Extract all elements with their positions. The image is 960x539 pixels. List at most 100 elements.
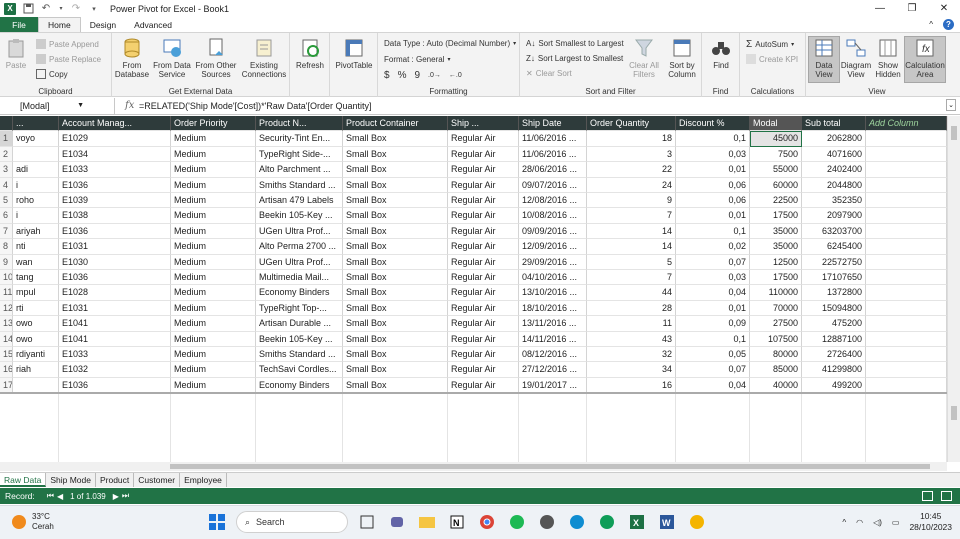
table-cell[interactable]: ariyah <box>13 223 59 240</box>
table-cell[interactable]: Medium <box>171 316 256 332</box>
table-cell[interactable]: 110000 <box>750 285 802 301</box>
column-header[interactable]: Add Column <box>866 116 947 132</box>
table-cell[interactable]: 09/09/2016 ... <box>519 223 587 240</box>
column-header[interactable]: Discount % <box>676 116 750 132</box>
table-cell[interactable]: 43 <box>587 331 676 347</box>
table-cell[interactable] <box>866 300 947 317</box>
diagram-view-small-icon[interactable] <box>941 491 952 501</box>
row-number[interactable]: 2 <box>0 146 13 163</box>
windows-start-icon[interactable] <box>206 511 228 533</box>
table-cell[interactable]: 80000 <box>750 347 802 363</box>
table-cell[interactable]: 13/10/2016 ... <box>519 285 587 301</box>
table-cell[interactable]: 12/09/2016 ... <box>519 239 587 255</box>
from-database-button[interactable]: From Database <box>114 37 150 79</box>
table-cell[interactable]: Beekin 105-Key ... <box>256 331 343 347</box>
table-cell[interactable]: Small Box <box>343 285 448 301</box>
table-cell[interactable] <box>866 254 947 270</box>
column-header[interactable]: Order Quantity <box>587 116 676 132</box>
help-icon[interactable]: ? <box>943 19 954 30</box>
table-cell[interactable]: 0,01 <box>676 162 750 178</box>
table-cell[interactable] <box>866 331 947 347</box>
calculation-area[interactable] <box>0 394 947 462</box>
meet-icon[interactable] <box>386 511 408 533</box>
row-number[interactable]: 11 <box>0 285 13 301</box>
table-cell[interactable]: mpul <box>13 285 59 301</box>
table-cell[interactable]: Smiths Standard ... <box>256 347 343 363</box>
table-cell[interactable]: 0,1 <box>676 131 750 147</box>
table-cell[interactable]: E1036 <box>59 177 171 193</box>
table-cell[interactable]: 12887100 <box>802 331 866 347</box>
row-number[interactable]: 7 <box>0 223 13 240</box>
table-cell[interactable]: Regular Air <box>448 285 519 301</box>
table-cell[interactable]: 44 <box>587 285 676 301</box>
volume-icon[interactable]: ◁) <box>873 518 882 527</box>
word-taskbar-icon[interactable]: W <box>656 511 678 533</box>
table-cell[interactable]: 1372800 <box>802 285 866 301</box>
table-cell[interactable]: Artisan 479 Labels <box>256 193 343 209</box>
table-cell[interactable] <box>866 208 947 224</box>
create-kpi-button[interactable]: Create KPI <box>746 54 798 64</box>
scroll-thumb[interactable] <box>951 126 957 140</box>
table-cell[interactable]: 63203700 <box>802 223 866 240</box>
table-cell[interactable]: Medium <box>171 208 256 224</box>
table-cell[interactable]: adi <box>13 162 59 178</box>
table-cell[interactable]: 5 <box>587 254 676 270</box>
table-cell[interactable]: owo <box>13 331 59 347</box>
autosum-button[interactable]: Σ AutoSum ▾ <box>746 39 794 50</box>
row-number[interactable]: 8 <box>0 239 13 255</box>
vertical-scrollbar[interactable] <box>947 116 960 462</box>
column-header[interactable]: Modal <box>750 116 802 132</box>
close-icon[interactable]: ✕ <box>928 0 960 17</box>
show-hidden-button[interactable]: Show Hidden <box>872 37 904 79</box>
table-cell[interactable]: 14/11/2016 ... <box>519 331 587 347</box>
table-cell[interactable]: 0,07 <box>676 254 750 270</box>
data-view-button[interactable]: Data View <box>808 36 840 83</box>
table-cell[interactable]: 107500 <box>750 331 802 347</box>
table-cell[interactable]: Alto Parchment ... <box>256 162 343 178</box>
table-cell[interactable]: Small Box <box>343 162 448 178</box>
table-cell[interactable] <box>866 193 947 209</box>
table-cell[interactable] <box>866 162 947 178</box>
table-cell[interactable]: E1039 <box>59 193 171 209</box>
table-cell[interactable]: E1033 <box>59 162 171 178</box>
table-cell[interactable]: 34 <box>587 362 676 378</box>
table-cell[interactable]: Regular Air <box>448 377 519 393</box>
table-cell[interactable] <box>866 270 947 286</box>
copy-button[interactable]: Copy <box>36 69 68 79</box>
refresh-button[interactable]: Refresh <box>294 37 326 70</box>
next-record-icon[interactable]: ▶ <box>113 492 119 501</box>
table-cell[interactable]: UGen Ultra Prof... <box>256 223 343 240</box>
table-cell[interactable]: 352350 <box>802 193 866 209</box>
table-cell[interactable]: Small Box <box>343 193 448 209</box>
customize-qat-icon[interactable]: ▾ <box>88 3 100 15</box>
table-cell[interactable]: 17500 <box>750 270 802 286</box>
table-cell[interactable]: 22572750 <box>802 254 866 270</box>
table-cell[interactable]: Small Box <box>343 377 448 393</box>
table-cell[interactable]: Small Box <box>343 239 448 255</box>
table-cell[interactable]: 499200 <box>802 377 866 393</box>
table-cell[interactable]: E1036 <box>59 223 171 240</box>
table-cell[interactable]: E1038 <box>59 208 171 224</box>
table-cell[interactable]: 10/08/2016 ... <box>519 208 587 224</box>
sheet-tab-product[interactable]: Product <box>96 473 135 487</box>
table-cell[interactable]: Regular Air <box>448 347 519 363</box>
table-cell[interactable]: Artisan Durable ... <box>256 316 343 332</box>
table-cell[interactable]: 6245400 <box>802 239 866 255</box>
table-cell[interactable]: 0,05 <box>676 347 750 363</box>
table-cell[interactable] <box>866 239 947 255</box>
existing-connections-button[interactable]: Existing Connections <box>240 37 288 79</box>
row-number[interactable]: 6 <box>0 208 13 224</box>
battery-icon[interactable]: ▭ <box>892 518 900 527</box>
table-cell[interactable]: 0,07 <box>676 362 750 378</box>
taskbar-search[interactable]: ⌕ Search <box>236 511 348 533</box>
table-cell[interactable]: 12500 <box>750 254 802 270</box>
table-cell[interactable]: Small Box <box>343 331 448 347</box>
data-type-dropdown[interactable]: Data Type : Auto (Decimal Number) ▾ <box>384 39 516 48</box>
restore-icon[interactable]: ❐ <box>896 0 928 17</box>
from-data-service-button[interactable]: From Data Service <box>152 37 192 79</box>
table-cell[interactable]: 35000 <box>750 239 802 255</box>
table-cell[interactable]: 27/12/2016 ... <box>519 362 587 378</box>
paste-append-button[interactable]: Paste Append <box>36 39 99 49</box>
table-cell[interactable] <box>866 377 947 393</box>
table-cell[interactable]: Small Box <box>343 362 448 378</box>
